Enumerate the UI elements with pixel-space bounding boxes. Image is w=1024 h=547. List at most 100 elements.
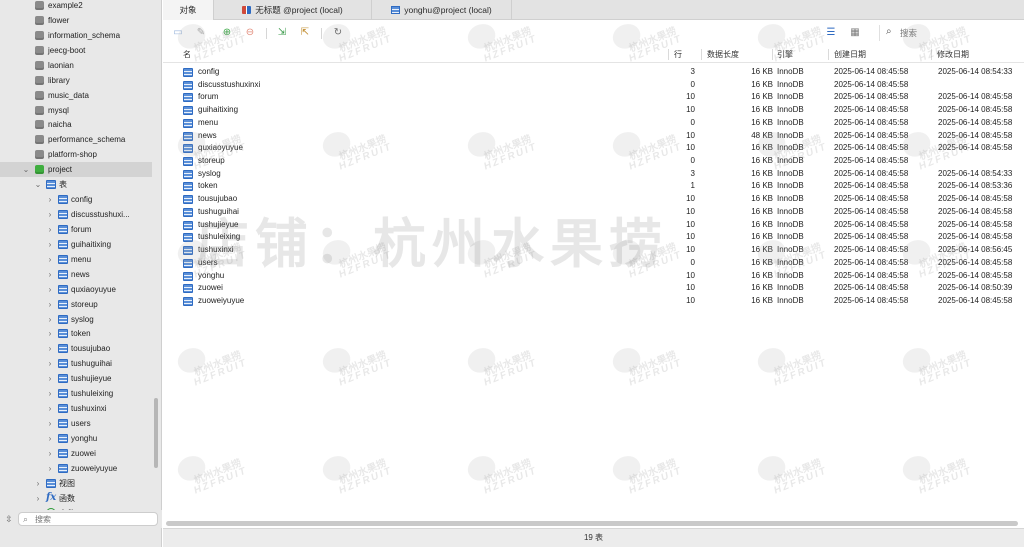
column-divider[interactable] — [668, 49, 669, 60]
column-header-data-length[interactable]: 数据长度 — [707, 46, 739, 63]
sidebar-scrollbar[interactable] — [154, 398, 158, 468]
column-divider[interactable] — [828, 49, 829, 60]
sidebar-table-item[interactable]: › tousujubao — [0, 341, 152, 356]
chevron-right-icon[interactable]: › — [46, 341, 54, 356]
chevron-right-icon[interactable]: › — [46, 267, 54, 282]
table-row[interactable]: guihaitixing 10 16 KB InnoDB 2025-06-14 08:4… — [163, 104, 1024, 117]
sidebar-group-item[interactable]: › fx 函数 — [0, 491, 152, 506]
table-row[interactable]: yonghu 10 16 KB InnoDB 2025-06-14 08:45:58 20… — [163, 270, 1024, 283]
column-header-created[interactable]: 创建日期 — [834, 46, 866, 63]
chevron-right-icon[interactable]: › — [46, 192, 54, 207]
table-row[interactable]: storeup 0 16 KB InnoDB 2025-06-14 08:45:58 — [163, 155, 1024, 168]
sidebar-table-item[interactable]: › tushuguihai — [0, 356, 152, 371]
sidebar-table-item[interactable]: › syslog — [0, 312, 152, 327]
sidebar-search-input[interactable] — [35, 514, 153, 524]
chevron-down-icon[interactable]: ⌄ — [22, 162, 30, 177]
column-divider[interactable] — [931, 49, 932, 60]
delete-table-icon[interactable]: ⊖ — [243, 26, 257, 40]
tab-yonghu-table[interactable]: yonghu@project (local) — [372, 0, 512, 20]
tab-objects[interactable]: 对象 — [163, 0, 214, 20]
sidebar-database-item[interactable]: flower — [0, 13, 152, 28]
chevron-right-icon[interactable]: › — [46, 461, 54, 476]
sidebar-table-item[interactable]: › token — [0, 326, 152, 341]
table-row[interactable]: syslog 3 16 KB InnoDB 2025-06-14 08:45:58 202… — [163, 168, 1024, 181]
design-table-icon[interactable]: ✎ — [194, 26, 208, 40]
chevron-right-icon[interactable]: › — [46, 222, 54, 237]
column-header-modified[interactable]: 修改日期 — [937, 46, 969, 63]
object-search-input[interactable] — [900, 27, 1010, 39]
sidebar-search-field[interactable]: ⌕ — [18, 512, 158, 526]
chevron-right-icon[interactable]: › — [46, 237, 54, 252]
sidebar-table-item[interactable]: › menu — [0, 252, 152, 267]
column-header-engine[interactable]: 引擎 — [777, 46, 793, 63]
sidebar-database-item[interactable]: information_schema — [0, 28, 152, 43]
table-row[interactable]: tushuleixing 10 16 KB InnoDB 2025-06-14 08:4… — [163, 231, 1024, 244]
table-row[interactable]: users 0 16 KB InnoDB 2025-06-14 08:45:58 2025… — [163, 257, 1024, 270]
table-row[interactable]: tousujubao 10 16 KB InnoDB 2025-06-14 08:45:… — [163, 193, 1024, 206]
table-row[interactable]: token 1 16 KB InnoDB 2025-06-14 08:45:58 2025… — [163, 180, 1024, 193]
table-row[interactable]: discusstushuxinxi 0 16 KB InnoDB 2025-06-14 … — [163, 79, 1024, 92]
horizontal-scrollbar[interactable] — [166, 521, 1018, 526]
chevron-right-icon[interactable]: › — [46, 297, 54, 312]
table-row[interactable]: config 3 16 KB InnoDB 2025-06-14 08:45:58 202… — [163, 66, 1024, 79]
sidebar-database-item[interactable]: naicha — [0, 117, 152, 132]
sidebar-database-item[interactable]: laonian — [0, 58, 152, 73]
chevron-right-icon[interactable]: › — [46, 252, 54, 267]
table-row[interactable]: menu 0 16 KB InnoDB 2025-06-14 08:45:58 2025-… — [163, 117, 1024, 130]
chevron-right-icon[interactable]: › — [46, 446, 54, 461]
sidebar-table-item[interactable]: › news — [0, 267, 152, 282]
import-icon[interactable]: ⇲ — [275, 26, 289, 40]
sidebar-database-item[interactable]: ⌄ project — [0, 162, 152, 178]
table-row[interactable]: tushuxinxi 10 16 KB InnoDB 2025-06-14 08:45:… — [163, 244, 1024, 257]
open-table-icon[interactable]: ▭ — [171, 26, 185, 40]
table-row[interactable]: zuowei 10 16 KB InnoDB 2025-06-14 08:45:58 20… — [163, 282, 1024, 295]
sidebar-table-item[interactable]: › tushujieyue — [0, 371, 152, 386]
chevron-right-icon[interactable]: › — [46, 371, 54, 386]
sidebar-table-item[interactable]: › guihaitixing — [0, 237, 152, 252]
sidebar-database-item[interactable]: example2 — [0, 0, 152, 13]
chevron-right-icon[interactable]: › — [46, 416, 54, 431]
sidebar-database-item[interactable]: jeecg-boot — [0, 43, 152, 58]
table-row[interactable]: tushujieyue 10 16 KB InnoDB 2025-06-14 08:45… — [163, 219, 1024, 232]
chevron-right-icon[interactable]: › — [46, 207, 54, 222]
sidebar-table-item[interactable]: › forum — [0, 222, 152, 237]
chevron-right-icon[interactable]: › — [46, 312, 54, 327]
sidebar-table-item[interactable]: › zuoweiyuyue — [0, 461, 152, 476]
chevron-right-icon[interactable]: › — [34, 476, 42, 491]
sidebar-group-item[interactable]: ⌄ 表 — [0, 177, 152, 192]
table-row[interactable]: quxiaoyuyue 10 16 KB InnoDB 2025-06-14 08:45… — [163, 142, 1024, 155]
sidebar-table-item[interactable]: › zuowei — [0, 446, 152, 461]
table-row[interactable]: zuoweiyuyue 10 16 KB InnoDB 2025-06-14 08:45… — [163, 295, 1024, 308]
column-header-rows[interactable]: 行 — [674, 46, 682, 63]
sidebar-database-item[interactable]: library — [0, 73, 152, 88]
filter-options-icon[interactable]: ⇳ — [3, 512, 15, 526]
sidebar-table-item[interactable]: › storeup — [0, 297, 152, 312]
list-view-icon[interactable]: ☰ — [824, 26, 838, 40]
column-header-name[interactable]: 名 — [183, 46, 191, 63]
chevron-down-icon[interactable]: ⌄ — [34, 177, 42, 192]
chevron-right-icon[interactable]: › — [46, 386, 54, 401]
table-row[interactable]: forum 10 16 KB InnoDB 2025-06-14 08:45:58 202… — [163, 91, 1024, 104]
chevron-right-icon[interactable]: › — [46, 356, 54, 371]
tab-untitled-query[interactable]: 无标题 @project (local) — [214, 0, 372, 20]
chevron-right-icon[interactable]: › — [46, 282, 54, 297]
refresh-icon[interactable]: ↻ — [331, 26, 345, 40]
chevron-right-icon[interactable]: › — [46, 326, 54, 341]
grid-view-icon[interactable]: ▦ — [848, 26, 862, 40]
chevron-right-icon[interactable]: › — [46, 401, 54, 416]
new-table-icon[interactable]: ⊕ — [220, 26, 234, 40]
table-row[interactable]: news 10 48 KB InnoDB 2025-06-14 08:45:58 2025… — [163, 130, 1024, 143]
sidebar-group-item[interactable]: › 视图 — [0, 476, 152, 491]
chevron-right-icon[interactable]: › — [46, 431, 54, 446]
table-row[interactable]: tushuguihai 10 16 KB InnoDB 2025-06-14 08:45… — [163, 206, 1024, 219]
column-divider[interactable] — [772, 49, 773, 60]
sidebar-database-item[interactable]: mysql — [0, 103, 152, 118]
sidebar-table-item[interactable]: › config — [0, 192, 152, 207]
sidebar-table-item[interactable]: › discusstushuxi... — [0, 207, 152, 222]
sidebar-table-item[interactable]: › tushuleixing — [0, 386, 152, 401]
sidebar-database-item[interactable]: music_data — [0, 88, 152, 103]
sidebar-table-item[interactable]: › users — [0, 416, 152, 431]
object-search[interactable]: ⌕ — [879, 25, 1019, 41]
sidebar-table-item[interactable]: › yonghu — [0, 431, 152, 446]
column-divider[interactable] — [701, 49, 702, 60]
